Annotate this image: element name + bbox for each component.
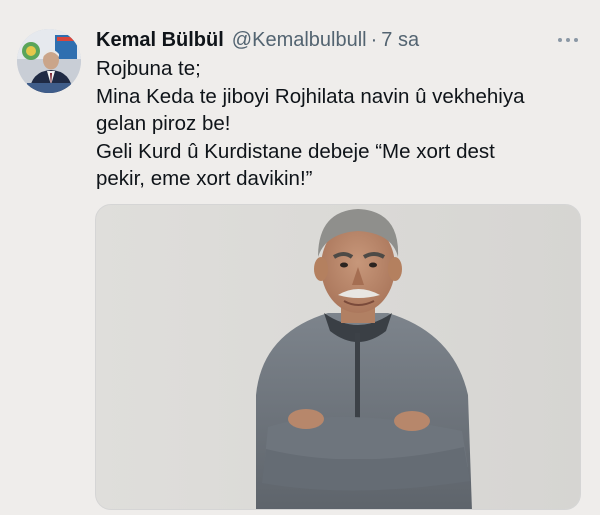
- tweet-media-photo[interactable]: [95, 204, 581, 510]
- author-avatar[interactable]: [17, 29, 81, 93]
- tweet-text-line: Mina Keda te jiboyi Rojhilata navin û ve…: [96, 84, 525, 108]
- author-display-name[interactable]: Kemal Bülbül: [96, 29, 224, 52]
- tweet-text-line: gelan piroz be!: [96, 112, 231, 135]
- tweet-card[interactable]: Kemal Bülbül @Kemalbulbull · 7 sa Rojbun…: [0, 0, 600, 515]
- tweet-header: Kemal Bülbül @Kemalbulbull · 7 sa: [96, 26, 419, 54]
- more-horizontal-icon[interactable]: [554, 30, 582, 50]
- header-separator: ·: [370, 28, 378, 51]
- avatar-photo: [17, 29, 81, 93]
- more-dot: [574, 38, 578, 42]
- tweet-timestamp[interactable]: 7 sa: [381, 29, 419, 52]
- more-dot: [558, 38, 562, 42]
- tweet-text-line: Geli Kurd û Kurdistane debeje “Me xort d…: [96, 139, 495, 163]
- tweet-text: Rojbuna te; Mina Keda te jiboyi Rojhilat…: [96, 55, 586, 193]
- author-handle[interactable]: @Kemalbulbull: [232, 29, 367, 52]
- tweet-text-line: Rojbuna te;: [96, 57, 201, 80]
- tweet-text-line: pekir, eme xort davikin!”: [96, 167, 313, 190]
- attached-photo: [96, 205, 580, 509]
- more-dot: [566, 38, 570, 42]
